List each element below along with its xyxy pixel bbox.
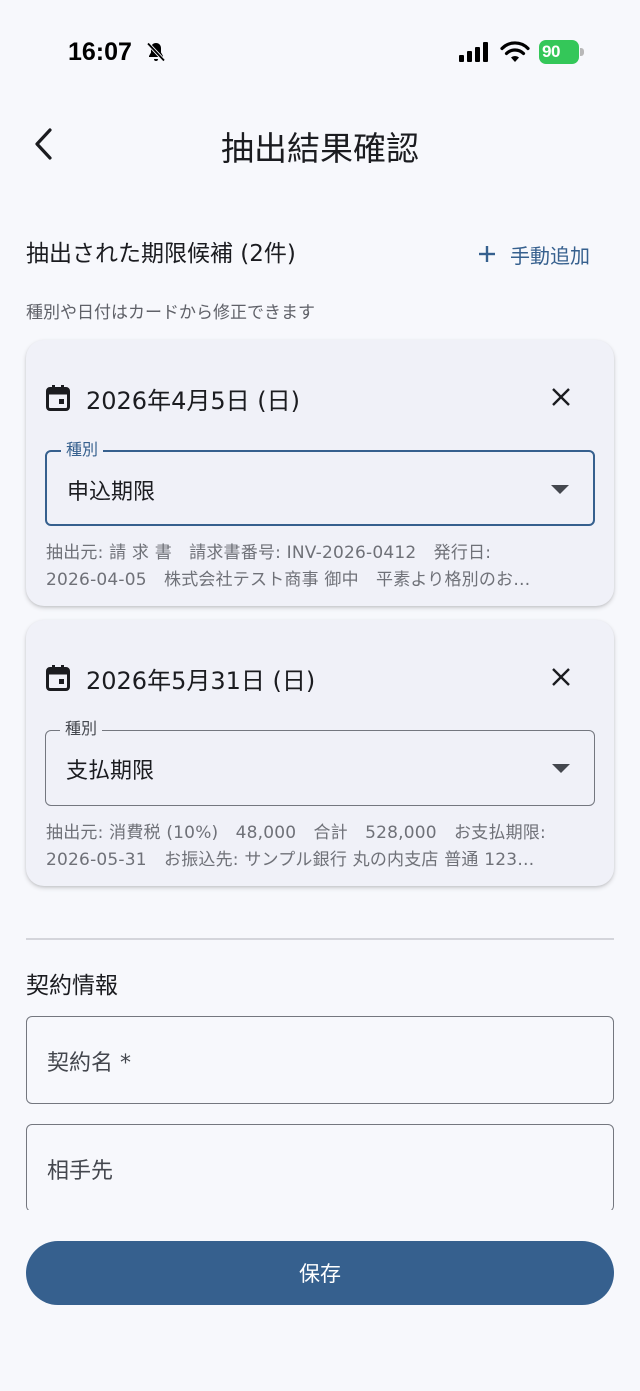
manual-add-button[interactable]: 手動追加 bbox=[478, 236, 590, 272]
page-title: 抽出結果確認 bbox=[221, 129, 419, 168]
source-excerpt: 抽出元: 請 求 書 請求書番号: INV-2026-0412 発行日: 202… bbox=[46, 540, 596, 594]
bell-off-icon bbox=[146, 42, 166, 62]
contract-name-field[interactable]: 契約名 * bbox=[26, 1016, 614, 1104]
candidate-card: 2026年4月5日 (日) 種別 申込期限 抽出元: 請 求 書 請求書番号: … bbox=[26, 340, 614, 606]
battery-level: 90 bbox=[539, 40, 579, 64]
type-dropdown[interactable]: 種別 申込期限 bbox=[45, 440, 595, 526]
plus-icon bbox=[479, 246, 495, 262]
contract-section-title: 契約情報 bbox=[26, 973, 118, 999]
contract-name-label: 契約名 * bbox=[47, 1051, 131, 1076]
calendar-icon bbox=[46, 665, 70, 691]
candidates-title: 抽出された期限候補 (2件) bbox=[26, 241, 296, 267]
source-line: 2026-05-31 お振込先: サンプル銀行 丸の内支店 普通 123… bbox=[46, 850, 535, 870]
remove-candidate-button[interactable] bbox=[544, 660, 578, 694]
type-value: 支払期限 bbox=[66, 759, 155, 784]
source-line: 2026-04-05 株式会社テスト商事 御中 平素より格別のお… bbox=[46, 570, 531, 590]
card-date: 2026年5月31日 (日) bbox=[86, 666, 316, 695]
counterparty-field[interactable]: 相手先 bbox=[26, 1124, 614, 1210]
app-bar: 抽出結果確認 bbox=[0, 100, 640, 190]
remove-candidate-button[interactable] bbox=[544, 380, 578, 414]
dropdown-arrow-icon bbox=[551, 485, 569, 494]
battery-indicator: 90 bbox=[539, 40, 585, 64]
section-divider bbox=[26, 938, 614, 940]
source-excerpt: 抽出元: 消費税 (10%) 48,000 合計 528,000 お支払期限: … bbox=[46, 820, 596, 874]
close-icon bbox=[552, 388, 570, 406]
counterparty-label: 相手先 bbox=[47, 1159, 114, 1184]
type-label: 種別 bbox=[60, 719, 103, 739]
manual-add-label: 手動追加 bbox=[510, 243, 590, 268]
source-line: 抽出元: 消費税 (10%) 48,000 合計 528,000 お支払期限: bbox=[46, 823, 546, 843]
signal-icon bbox=[459, 42, 488, 62]
status-bar: 16:07 90 bbox=[0, 0, 640, 100]
dropdown-arrow-icon bbox=[552, 764, 570, 773]
close-icon bbox=[552, 668, 570, 686]
content-scroll-area[interactable]: 抽出された期限候補 (2件) 手動追加 種別や日付はカードから修正できます 20… bbox=[0, 210, 640, 1210]
calendar-icon bbox=[46, 385, 70, 411]
save-button[interactable]: 保存 bbox=[26, 1241, 614, 1305]
type-label: 種別 bbox=[61, 440, 104, 460]
card-date-row[interactable]: 2026年5月31日 (日) bbox=[46, 662, 316, 695]
card-date: 2026年4月5日 (日) bbox=[86, 386, 300, 415]
status-time: 16:07 bbox=[68, 38, 132, 66]
candidate-card: 2026年5月31日 (日) 種別 支払期限 抽出元: 消費税 (10%) 48… bbox=[26, 620, 614, 886]
card-date-row[interactable]: 2026年4月5日 (日) bbox=[46, 382, 300, 415]
candidates-header: 抽出された期限候補 (2件) 手動追加 bbox=[26, 236, 606, 272]
wifi-icon bbox=[500, 41, 530, 62]
source-line: 抽出元: 請 求 書 請求書番号: INV-2026-0412 発行日: bbox=[46, 543, 492, 563]
type-dropdown[interactable]: 種別 支払期限 bbox=[45, 719, 595, 806]
hint-text: 種別や日付はカードから修正できます bbox=[26, 303, 315, 323]
battery-cap bbox=[580, 48, 584, 56]
type-value: 申込期限 bbox=[67, 480, 156, 505]
